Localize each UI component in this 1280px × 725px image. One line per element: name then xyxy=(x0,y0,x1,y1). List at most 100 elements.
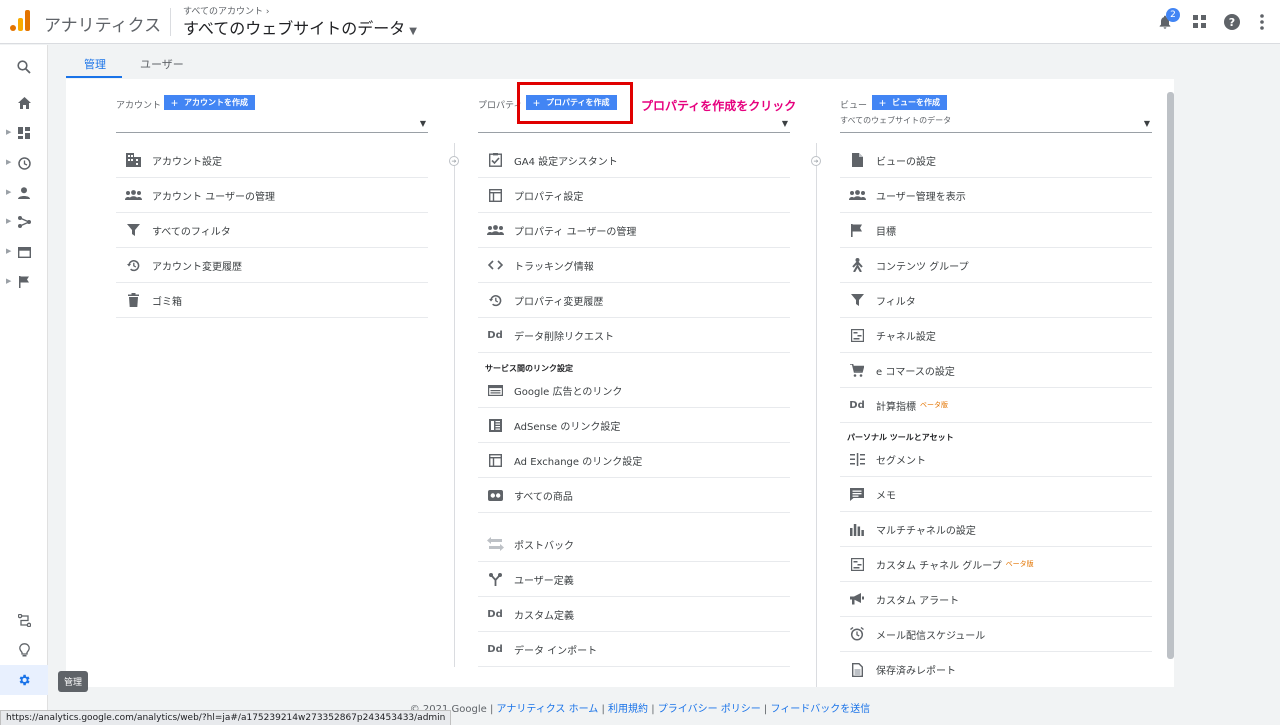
column-divider xyxy=(816,143,817,687)
acquisition-icon[interactable] xyxy=(14,212,34,232)
content-grouping-item[interactable]: コンテンツ グループ xyxy=(840,248,1152,283)
view-column-selector[interactable]: すべてのウェブサイトのデータ ▼ xyxy=(840,115,1152,133)
calculated-metrics-item[interactable]: Dd 計算指標 ベータ版 xyxy=(840,388,1152,423)
search-icon[interactable] xyxy=(14,57,34,77)
expand-arrow-icon[interactable]: ▶ xyxy=(6,158,11,166)
footer-link-terms[interactable]: 利用規約 xyxy=(608,704,648,715)
ad-exchange-link-item[interactable]: Ad Exchange のリンク設定 xyxy=(478,443,790,478)
property-settings-item[interactable]: プロパティ設定 xyxy=(478,178,790,213)
tab-admin[interactable]: 管理 xyxy=(84,56,106,72)
item-label: データ削除リクエスト xyxy=(514,331,614,343)
lightbulb-icon[interactable] xyxy=(14,640,34,660)
expand-arrow-icon[interactable]: ▶ xyxy=(6,247,11,255)
account-settings-item[interactable]: アカウント設定 xyxy=(116,143,428,178)
postback-item[interactable]: ポストバック xyxy=(478,527,790,562)
view-selector[interactable]: すべてのウェブサイトのデータ ▼ xyxy=(183,15,417,39)
data-deletion-request-item[interactable]: Dd データ削除リクエスト xyxy=(478,318,790,353)
flag-icon[interactable] xyxy=(14,272,34,292)
plus-icon: + xyxy=(171,95,179,110)
saved-reports-item[interactable]: 保存済みレポート xyxy=(840,652,1152,687)
property-user-management-item[interactable]: プロパティ ユーザーの管理 xyxy=(478,213,790,248)
account-user-management-item[interactable]: アカウント ユーザーの管理 xyxy=(116,178,428,213)
all-filters-item[interactable]: すべてのフィルタ xyxy=(116,213,428,248)
apps-grid-icon[interactable] xyxy=(1190,12,1210,32)
behavior-icon[interactable] xyxy=(14,242,34,262)
trash-icon xyxy=(124,291,142,309)
view-selector-label: すべてのウェブサイトのデータ xyxy=(183,19,406,38)
item-label: アカウント変更履歴 xyxy=(152,261,242,273)
attribution-icon[interactable] xyxy=(14,610,34,630)
beta-badge: ベータ版 xyxy=(920,401,948,409)
account-change-history-item[interactable]: アカウント変更履歴 xyxy=(116,248,428,283)
goals-item[interactable]: 目標 xyxy=(840,213,1152,248)
view-filters-item[interactable]: フィルタ xyxy=(840,283,1152,318)
people-icon xyxy=(124,186,142,204)
clock-icon[interactable] xyxy=(14,153,34,173)
products-icon xyxy=(486,486,504,504)
user-definition-item[interactable]: ユーザー定義 xyxy=(478,562,790,597)
person-icon[interactable] xyxy=(14,183,34,203)
custom-alerts-item[interactable]: カスタム アラート xyxy=(840,582,1152,617)
item-label: マルチチャネルの設定 xyxy=(876,525,976,537)
home-icon[interactable] xyxy=(14,93,34,113)
ga4-setup-assistant-item[interactable]: GA4 設定アシスタント xyxy=(478,143,790,178)
more-vert-icon[interactable] xyxy=(1252,12,1272,32)
footer-link-privacy[interactable]: プライバシー ポリシー xyxy=(658,704,761,715)
property-change-history-item[interactable]: プロパティ変更履歴 xyxy=(478,283,790,318)
trash-item[interactable]: ゴミ箱 xyxy=(116,283,428,318)
annotations-item[interactable]: メモ xyxy=(840,477,1152,512)
account-selector[interactable]: ▼ xyxy=(116,115,428,133)
history-icon xyxy=(486,291,504,309)
analytics-logo-icon[interactable] xyxy=(10,9,32,31)
custom-channel-grouping-item[interactable]: カスタム チャネル グループ ベータ版 xyxy=(840,547,1152,582)
admin-panel: アカウント + アカウントを作成 ▼ アカウント設定 アカウント ユーザーの管理 … xyxy=(66,79,1174,687)
flag-icon xyxy=(848,221,866,239)
comment-icon xyxy=(848,485,866,503)
help-icon[interactable]: ? xyxy=(1222,12,1242,32)
create-view-button[interactable]: + ビューを作成 xyxy=(872,95,948,110)
caret-down-icon: ▼ xyxy=(419,119,426,128)
create-view-label: ビューを作成 xyxy=(892,98,941,107)
scheduled-emails-item[interactable]: メール配信スケジュール xyxy=(840,617,1152,652)
channel-icon xyxy=(848,555,866,573)
app-title[interactable]: アナリティクス xyxy=(44,11,161,36)
footer-link-analytics-home[interactable]: アナリティクス ホーム xyxy=(497,704,599,715)
expand-arrow-icon[interactable]: ▶ xyxy=(6,128,11,136)
property-column-title: プロパティ xyxy=(478,101,523,111)
top-bar: アナリティクス すべてのアカウント › すべてのウェブサイトのデータ ▼ 2 ? xyxy=(0,0,1280,44)
expand-arrow-icon[interactable]: ▶ xyxy=(6,277,11,285)
dashboard-icon[interactable] xyxy=(14,123,34,143)
segments-item[interactable]: セグメント xyxy=(840,442,1152,477)
item-label: ゴミ箱 xyxy=(152,296,182,308)
tab-user[interactable]: ユーザー xyxy=(140,56,184,72)
adsense-icon xyxy=(486,416,504,434)
multichannel-settings-item[interactable]: マルチチャネルの設定 xyxy=(840,512,1152,547)
postback-icon xyxy=(486,535,504,553)
dd-icon: Dd xyxy=(487,643,503,655)
channel-settings-item[interactable]: チャネル設定 xyxy=(840,318,1152,353)
ecommerce-settings-item[interactable]: e コマースの設定 xyxy=(840,353,1152,388)
item-label: コンテンツ グループ xyxy=(876,261,969,273)
tracking-info-item[interactable]: トラッキング情報 xyxy=(478,248,790,283)
item-label: プロパティ変更履歴 xyxy=(514,296,604,308)
footer-link-feedback[interactable]: フィードバックを送信 xyxy=(770,704,870,715)
adsense-link-item[interactable]: AdSense のリンク設定 xyxy=(478,408,790,443)
expand-arrow-icon[interactable]: ▶ xyxy=(6,188,11,196)
expand-arrow-icon[interactable]: ▶ xyxy=(6,217,11,225)
item-label: ポストバック xyxy=(514,540,574,552)
item-label: GA4 設定アシスタント xyxy=(514,156,618,168)
google-ads-link-item[interactable]: Google 広告とのリンク xyxy=(478,373,790,408)
item-label: すべてのフィルタ xyxy=(152,226,231,238)
item-label: Ad Exchange のリンク設定 xyxy=(514,456,643,468)
item-label: プロパティ設定 xyxy=(514,191,584,203)
data-import-item[interactable]: Dd データ インポート xyxy=(478,632,790,667)
fork-icon xyxy=(486,570,504,588)
all-products-item[interactable]: すべての商品 xyxy=(478,478,790,513)
vertical-scrollbar[interactable] xyxy=(1167,92,1174,659)
custom-definitions-item[interactable]: Dd カスタム定義 xyxy=(478,597,790,632)
create-account-button[interactable]: + アカウントを作成 xyxy=(164,95,256,110)
admin-gear-icon[interactable] xyxy=(14,670,34,690)
view-settings-item[interactable]: ビューの設定 xyxy=(840,143,1152,178)
view-user-management-item[interactable]: ユーザー管理を表示 xyxy=(840,178,1152,213)
item-label: アカウント ユーザーの管理 xyxy=(152,191,275,203)
